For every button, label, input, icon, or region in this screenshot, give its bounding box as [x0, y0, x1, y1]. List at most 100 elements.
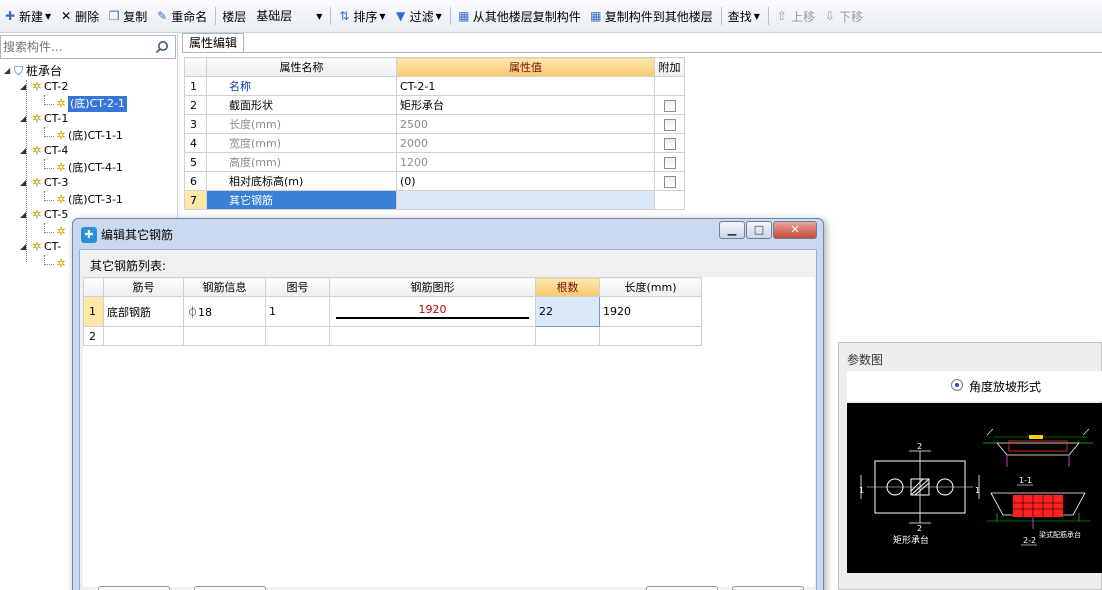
floor-label: 楼层: [222, 9, 247, 24]
toolbar: ✚ 新建 ▼ ✕ 删除 ❐ 复制 ✎ 重命名 楼层 基础层 ▼ ⇅ 排序 ▼ ▼ 过滤 ▼ ▦ 从其他…: [0, 0, 1102, 33]
rebar-header-row: 筋号 钢筋信息 图号 钢筋图形 根数 长度(mm): [83, 277, 702, 297]
tree-item-ct-4[interactable]: ◢ ✲ CT-4: [20, 143, 68, 159]
param-drawing: 2 1 1 2 矩形承台 1-1 2-2 梁式配筋承台: [847, 403, 1102, 573]
toolbar-divider: [215, 7, 217, 25]
rebar-shape-line: [336, 317, 529, 319]
param-option-bar: 角度放坡形式: [847, 371, 1102, 401]
dim-left-label: 1: [859, 486, 864, 495]
dialog-button[interactable]: [732, 586, 804, 590]
copy-to-floor-icon: ▦: [590, 9, 602, 23]
dialog-body: 其它钢筋列表: 筋号 钢筋信息 图号 钢筋图形 根数 长度(mm) 1 底部钢筋…: [79, 249, 817, 590]
copy-from-other-floor-button[interactable]: ▦ 从其他楼层复制构件: [454, 5, 584, 27]
collapse-icon: ◢: [20, 210, 27, 219]
table-row[interactable]: 2: [83, 326, 702, 346]
extra-checkbox[interactable]: [663, 99, 676, 112]
sort-button[interactable]: ⇅ 排序 ▼: [334, 5, 388, 27]
component-icon: ✲: [56, 129, 66, 142]
col-bar-info: 钢筋信息: [183, 277, 266, 297]
tree-item-ct-1-1[interactable]: ✲ (底)CT-1-1: [54, 128, 123, 144]
table-row[interactable]: 1 名称 CT-2-1: [184, 76, 685, 96]
col-property-name: 属性名称: [206, 57, 397, 77]
tree-item-ct-3-1[interactable]: ✲ (底)CT-3-1: [54, 192, 123, 208]
col-bar-no: 筋号: [103, 277, 184, 297]
move-down-button[interactable]: ⇩ 下移: [820, 5, 866, 27]
minimize-button[interactable]: ▁: [719, 221, 745, 239]
bar-shape-cell[interactable]: 1920: [329, 296, 536, 327]
table-row-selected[interactable]: 7 其它钢筋: [184, 190, 685, 210]
table-row[interactable]: 5 高度(mm) 1200: [184, 152, 685, 172]
table-row[interactable]: 6 相对底标高(m) (0): [184, 171, 685, 191]
close-icon: ✕: [790, 223, 800, 236]
dialog-button[interactable]: [194, 586, 266, 590]
collapse-icon: ◢: [20, 146, 27, 155]
corner-cell: [83, 277, 104, 297]
section-1-1-label: 1-1: [1019, 476, 1032, 485]
table-row[interactable]: 4 宽度(mm) 2000: [184, 133, 685, 153]
tree-item-ct-2[interactable]: ◢ ✲ CT-2: [20, 79, 68, 95]
tab-divider: [182, 52, 1102, 53]
rebar-table: 筋号 钢筋信息 图号 钢筋图形 根数 长度(mm) 1 底部钢筋 ⏀18 1 1…: [83, 277, 702, 346]
filter-button[interactable]: ▼ 过滤 ▼: [391, 5, 445, 27]
table-row[interactable]: 1 底部钢筋 ⏀18 1 1920 22 1920: [83, 296, 702, 327]
tree-item-ct-5[interactable]: ◢ ✲ CT-5: [20, 207, 68, 223]
tree-item-ct-2-1[interactable]: ✲ (底)CT-2-1: [54, 96, 127, 112]
extra-checkbox[interactable]: [663, 156, 676, 169]
arrow-down-icon: ⇩: [824, 9, 835, 23]
col-length: 长度(mm): [599, 277, 702, 297]
component-icon: ✲: [32, 112, 42, 125]
floor-select[interactable]: 基础层 ▼: [251, 5, 325, 27]
tree-item-ct-4-1[interactable]: ✲ (底)CT-4-1: [54, 160, 123, 176]
search-input[interactable]: [3, 39, 143, 55]
delete-button[interactable]: ✕ 删除: [56, 5, 102, 27]
tree-item-ct-6[interactable]: ◢ ✲ CT-: [20, 239, 61, 255]
rebar-list-label: 其它钢筋列表:: [90, 259, 167, 273]
dim-right-label: 1: [975, 486, 980, 495]
dim-top-label: 2: [917, 442, 922, 451]
tree-item-ct-1[interactable]: ◢ ✲ CT-1: [20, 111, 68, 127]
search-button[interactable]: [149, 36, 175, 58]
window-controls: ▁ □ ✕: [718, 221, 817, 239]
maximize-button[interactable]: □: [746, 221, 772, 239]
tree-item-ct-6-child[interactable]: ✲: [54, 256, 68, 272]
rename-button[interactable]: ✎ 重命名: [152, 5, 210, 27]
component-icon: ✲: [56, 225, 66, 238]
tree-item-ct-5-child[interactable]: ✲: [54, 224, 68, 240]
tab-property-edit[interactable]: 属性编辑: [182, 33, 244, 53]
copy-icon: ❐: [108, 9, 120, 23]
tree-line: [44, 136, 54, 137]
collapse-icon: ◢: [20, 82, 27, 91]
find-button[interactable]: 查找 ▼: [725, 5, 763, 27]
toolbar-divider: [720, 7, 722, 25]
collapse-icon: ◢: [20, 114, 27, 123]
tree-root[interactable]: ◢ ⛉ 桩承台: [4, 63, 62, 79]
tree-line: [44, 200, 54, 201]
extra-checkbox[interactable]: [663, 175, 676, 188]
extra-checkbox[interactable]: [663, 137, 676, 150]
arrow-up-icon: ⇧: [776, 9, 787, 23]
param-panel-title: 参数图: [847, 353, 884, 367]
dialog-title-bar: ✚ 编辑其它钢筋: [81, 226, 173, 243]
new-icon: ✚: [4, 9, 16, 23]
angle-slope-radio[interactable]: [951, 379, 963, 391]
dialog-button[interactable]: [98, 586, 170, 590]
tree-line: [44, 264, 54, 265]
table-row[interactable]: 2 截面形状 矩形承台: [184, 95, 685, 115]
tree-line: [44, 168, 54, 169]
beam-rebar-cap-label: 梁式配筋承台: [1039, 530, 1081, 539]
new-button[interactable]: ✚ 新建 ▼: [0, 5, 54, 27]
tree-line: [44, 232, 54, 233]
copy-button[interactable]: ❐ 复制: [104, 5, 150, 27]
dialog-button[interactable]: [646, 586, 718, 590]
delete-icon: ✕: [61, 9, 72, 23]
component-icon: ✲: [56, 161, 66, 174]
move-up-button[interactable]: ⇧ 上移: [772, 5, 818, 27]
rect-cap-label: 矩形承台: [893, 534, 929, 546]
table-row[interactable]: 3 长度(mm) 2500: [184, 114, 685, 134]
rename-icon: ✎: [157, 9, 168, 23]
tree-item-ct-3[interactable]: ◢ ✲ CT-3: [20, 175, 68, 191]
close-button[interactable]: ✕: [773, 221, 817, 239]
search-icon: [155, 41, 168, 54]
chevron-down-icon: ▼: [45, 11, 52, 21]
copy-to-other-floor-button[interactable]: ▦ 复制构件到其他楼层: [586, 5, 716, 27]
extra-checkbox[interactable]: [663, 118, 676, 131]
